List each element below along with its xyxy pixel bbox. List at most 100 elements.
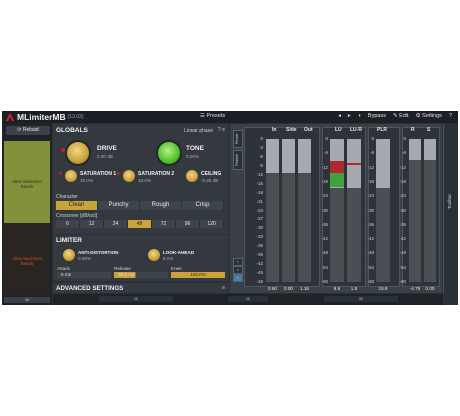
saturation1-knob[interactable] [65, 170, 77, 182]
rs-scale-label: -36 [399, 221, 406, 227]
lur-value: 1.8 [350, 286, 358, 291]
crossover-24-button[interactable]: 24 [104, 220, 128, 228]
character-crisp-button[interactable]: Crisp [182, 201, 224, 210]
character-punchy-button[interactable]: Punchy [98, 201, 140, 210]
limiter-section: LIMITER ANTI-DISTORTION 0.00% LOOK-AHEAD… [53, 235, 229, 281]
crossover-selector[interactable]: 6 12 24 48 72 96 120 [56, 220, 224, 228]
lu-scale-label: -36 [321, 221, 328, 227]
settings-button[interactable]: ⚙ Settings [416, 113, 442, 119]
io-scale-label: -45 [256, 270, 263, 276]
io-scale-label: -39 [256, 252, 263, 258]
plr-scale-label: -36 [367, 221, 374, 227]
compare-icon[interactable]: ◑ [358, 113, 361, 119]
bypass-button[interactable]: Bypass [368, 113, 386, 119]
look-ahead-label: LOOK-AHEAD [163, 250, 195, 255]
crossover-6-button[interactable]: 6 [56, 220, 80, 228]
lu-scale-label: -12 [321, 164, 328, 170]
io-scale-label: -18 [256, 189, 263, 195]
meter-option-3-icon[interactable]: ▪ [233, 274, 243, 282]
reset-button[interactable]: Reset [233, 130, 243, 148]
crossover-120-button[interactable]: 120 [200, 220, 224, 228]
anti-distortion-value: 0.00% [78, 256, 92, 261]
ceiling-value: -0.25 dB [201, 178, 219, 183]
anti-distortion-knob[interactable] [63, 249, 75, 261]
rs-scale-label: -18 [399, 178, 406, 184]
io-scale-label: -30 [256, 225, 263, 231]
release-field[interactable]: 50.0 ms [114, 272, 168, 278]
app-name: MLimiterMB [17, 112, 66, 122]
out-meter-bar [298, 139, 311, 282]
toolbar-panel[interactable]: Toolbar [443, 124, 457, 293]
character-label: Character [56, 194, 78, 200]
knee-field[interactable]: 100.0% [171, 272, 225, 278]
lur-meter-bar [347, 139, 361, 282]
plr-scale-label: -48 [367, 250, 374, 256]
io-scale-label: -21 [256, 198, 263, 204]
rs-scale-label: -42 [399, 236, 406, 242]
presets-button[interactable]: ☰ Presets [200, 113, 225, 119]
crossover-48-button[interactable]: 48 [128, 220, 152, 228]
character-clean-button[interactable]: Clean [56, 201, 98, 210]
advanced-expand-icon[interactable]: ≡ [222, 285, 225, 291]
advanced-settings-title: ADVANCED SETTINGS [56, 285, 124, 292]
toolbar-label: Toolbar [447, 194, 452, 210]
r-value: -4.79 [409, 286, 421, 291]
advanced-settings-section[interactable]: ADVANCED SETTINGS ≡ [53, 283, 229, 293]
look-ahead-knob[interactable] [148, 249, 160, 261]
crossover-96-button[interactable]: 96 [176, 220, 200, 228]
flatten-button[interactable]: Flatten [233, 150, 243, 170]
plr-scale-label: -6 [370, 150, 374, 156]
drive-label: DRIVE [97, 145, 117, 152]
section-footer-button[interactable]: III [228, 296, 268, 302]
attack-label: Attack [57, 266, 70, 271]
plr-scale-label: -60 [367, 279, 374, 284]
meters-footer-button[interactable]: III [324, 296, 398, 302]
ceiling-knob[interactable] [186, 170, 198, 182]
plr-scale-label: -24 [367, 193, 374, 199]
help-icon[interactable]: ? [449, 113, 452, 119]
left-footer-button[interactable]: III [4, 297, 50, 303]
io-footer-button[interactable]: III [99, 296, 173, 302]
lu-value: 6.5 [333, 286, 341, 291]
io-scale-label: -9 [259, 162, 263, 168]
meter-option-2-icon[interactable]: ▪ [233, 266, 243, 274]
in-value: 0.60 [268, 286, 277, 291]
meter-header-lu: LU [335, 127, 342, 133]
drive-knob[interactable] [67, 142, 89, 164]
crossover-12-button[interactable]: 12 [80, 220, 104, 228]
crossover-72-button[interactable]: 72 [152, 220, 176, 228]
rs-scale-label: -48 [399, 250, 406, 256]
limiter-title: LIMITER [56, 237, 82, 244]
globals-title: GLOBALS [56, 127, 88, 134]
saturation2-indicator-icon [117, 172, 120, 175]
io-scale-label: -6 [259, 153, 263, 159]
io-scale-label: -42 [256, 261, 263, 267]
lu-scale-label: -48 [321, 250, 328, 256]
phase-mode-dropdown[interactable]: Linear phase [184, 128, 213, 134]
rs-scale-label: -54 [399, 264, 406, 270]
bottom-strip: III III III [53, 294, 443, 305]
rs-scale-label: 0 [403, 136, 406, 141]
edit-button[interactable]: ✎ Edit [393, 113, 409, 119]
reload-button[interactable]: ⟳ Reload [6, 126, 50, 135]
meter-header-in: In [272, 127, 277, 133]
tone-knob[interactable] [158, 142, 180, 164]
anti-distortion-label: ANTI-DISTORTION [78, 250, 119, 255]
next-preset-button[interactable]: ▸ [348, 113, 351, 119]
io-scale-label: -24 [256, 207, 263, 213]
io-scale-label: -15 [256, 180, 263, 186]
saturation2-knob[interactable] [123, 170, 135, 182]
plr-scale-label: -42 [367, 236, 374, 242]
attack-field[interactable]: 0 ms [57, 272, 111, 278]
prev-preset-button[interactable]: ◂ [338, 113, 341, 119]
meter-option-1-icon[interactable]: ▪ [233, 258, 243, 266]
rs-scale-label: -12 [399, 164, 406, 170]
character-rough-button[interactable]: Rough [140, 201, 182, 210]
tone-label: TONE [186, 145, 204, 152]
side-value: 0.00 [284, 286, 293, 291]
io-scale-label: -3 [259, 144, 263, 150]
title-bar: MLimiterMB (13.03) ☰ Presets ◂ ▸ ◑ Bypas… [2, 111, 458, 123]
character-selector[interactable]: Clean Punchy Rough Crisp [56, 201, 224, 210]
rs-scale-label: -60 [399, 279, 406, 284]
globals-menu-icon[interactable]: ? ≡ [218, 127, 225, 133]
